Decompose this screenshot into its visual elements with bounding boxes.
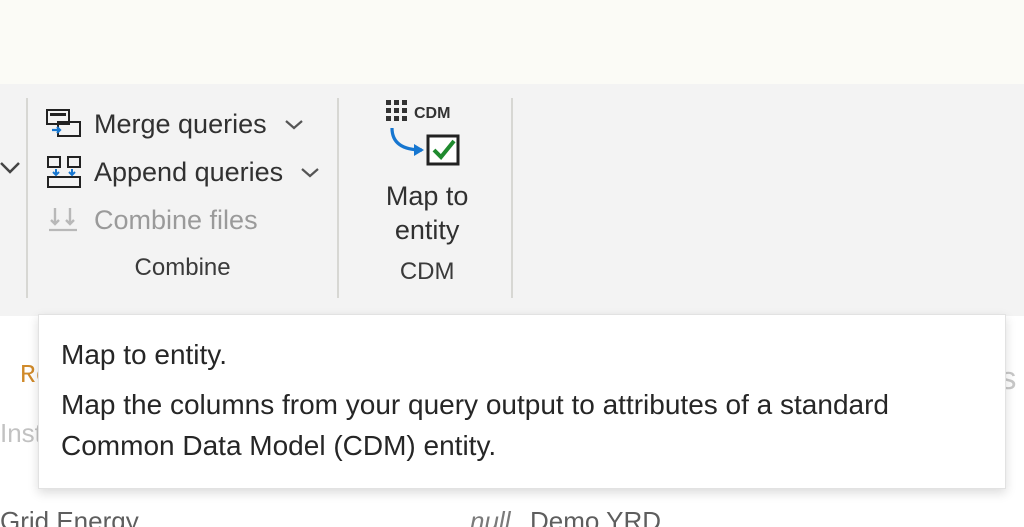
merge-queries-button[interactable]: Merge queries: [46, 100, 319, 148]
ribbon: Merge queries: [0, 84, 1024, 316]
cell-value: null: [470, 506, 510, 527]
ribbon-row: Merge queries: [0, 92, 1024, 298]
title-bar-region: [0, 0, 1024, 85]
cdm-group: CDM Map to entity CDM: [349, 92, 507, 286]
combine-files-button: Combine files: [46, 196, 319, 244]
merge-queries-icon: [46, 106, 82, 142]
map-to-entity-label-line2: entity: [395, 215, 460, 245]
tooltip-body: Map the columns from your query output t…: [61, 385, 983, 466]
svg-text:CDM: CDM: [414, 105, 450, 122]
map-to-entity-button[interactable]: CDM Map to entity: [368, 94, 486, 248]
merge-queries-label: Merge queries: [94, 109, 267, 140]
combine-files-icon: [46, 202, 82, 238]
chevron-down-icon: [285, 111, 303, 137]
append-queries-button[interactable]: Append queries: [46, 148, 319, 196]
tooltip: Map to entity. Map the columns from your…: [38, 314, 1006, 489]
cell-value: Demo YRD: [530, 506, 661, 527]
chevron-down-icon[interactable]: [0, 92, 22, 180]
append-queries-label: Append queries: [94, 157, 283, 188]
cell-value: Grid Energy: [0, 506, 139, 527]
map-to-entity-icon: CDM: [372, 94, 482, 174]
combine-files-label: Combine files: [94, 205, 258, 236]
map-to-entity-label-line1: Map to: [386, 181, 469, 211]
tooltip-title: Map to entity.: [61, 339, 983, 371]
chevron-down-icon: [301, 159, 319, 185]
group-divider: [337, 98, 339, 298]
combine-group: Merge queries: [38, 92, 333, 282]
map-to-entity-label: Map to entity: [386, 180, 469, 248]
group-divider: [26, 98, 28, 298]
append-queries-icon: [46, 154, 82, 190]
cdm-group-label: CDM: [400, 258, 455, 286]
combine-group-label: Combine: [46, 254, 319, 282]
group-divider: [511, 98, 513, 298]
app-window: Merge queries: [0, 0, 1024, 527]
